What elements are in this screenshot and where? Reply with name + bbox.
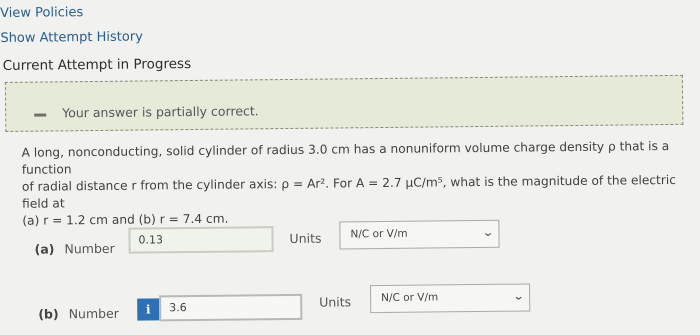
chevron-down-icon: ⌄ — [512, 289, 525, 303]
part-a-label: (a) Number — [35, 241, 115, 257]
part-b-tag: (b) — [38, 306, 59, 322]
chevron-down-icon: ⌄ — [481, 225, 494, 239]
part-b-number-label: Number — [68, 305, 119, 322]
show-attempt-history-link[interactable]: Show Attempt History — [0, 30, 143, 46]
part-a-units-label: Units — [289, 230, 322, 246]
part-b-units-label: Units — [319, 294, 352, 310]
assignment-page: View Policies Show Attempt History Curre… — [0, 0, 700, 335]
info-icon[interactable]: i — [137, 298, 160, 321]
part-a-units-value: N/C or V/m — [350, 227, 408, 241]
part-a-number-label: Number — [64, 240, 115, 257]
part-b-units-select[interactable]: N/C or V/m ⌄ — [370, 283, 531, 314]
part-a-units-select[interactable]: N/C or V/m ⌄ — [339, 219, 500, 250]
view-policies-link[interactable]: View Policies — [0, 5, 83, 21]
part-a-number-input[interactable]: 0.13 — [128, 226, 274, 254]
part-a-tag: (a) — [34, 241, 55, 257]
current-attempt-heading: Current Attempt in Progress — [2, 56, 192, 74]
part-b-label: (b) Number — [38, 306, 119, 322]
question-text: A long, nonconducting, solid cylinder of… — [22, 138, 688, 230]
partial-correct-icon — [34, 113, 47, 117]
part-b-number-input[interactable]: 3.6 — [159, 293, 303, 322]
part-b-units-value: N/C or V/m — [381, 291, 439, 305]
feedback-message: Your answer is partially correct. — [62, 103, 259, 121]
feedback-banner: Your answer is partially correct. — [4, 74, 684, 132]
